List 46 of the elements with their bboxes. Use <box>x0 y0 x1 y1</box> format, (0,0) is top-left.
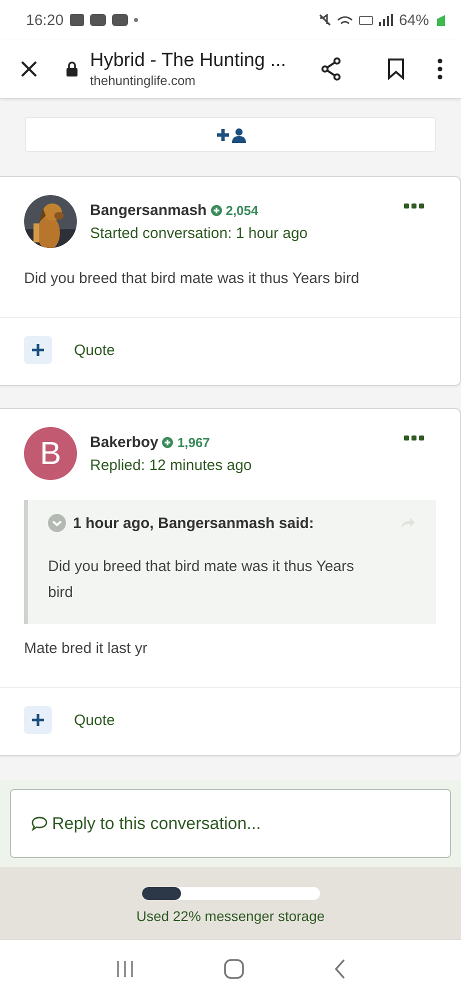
battery-icon <box>435 13 447 27</box>
quote-link[interactable]: Quote <box>74 712 115 728</box>
mute-icon <box>318 14 331 26</box>
share-icon[interactable] <box>319 57 343 81</box>
plus-circle-icon <box>162 436 174 448</box>
multiquote-button[interactable] <box>24 706 52 734</box>
back-icon[interactable] <box>334 959 346 979</box>
lte-icon <box>358 16 373 24</box>
add-user-icon <box>216 126 246 142</box>
message-text: Mate bred it last yr <box>23 639 148 659</box>
page-title: Hybrid - The Hunting ... <box>90 50 288 72</box>
author-name[interactable]: Bakerboy <box>90 434 158 450</box>
author-name[interactable]: Bangersanmash <box>90 202 207 218</box>
post-meta: Started conversation: 1 hour ago <box>90 224 309 242</box>
status-time: 16:20 <box>26 12 64 28</box>
storage-label: Used 22% messenger storage <box>136 908 325 924</box>
video-icon <box>90 14 106 26</box>
quote-header: 1 hour ago, Bangersanmash said: <box>73 514 315 532</box>
bookmark-icon[interactable] <box>387 58 405 80</box>
battery-percent: 64% <box>398 12 429 28</box>
home-icon[interactable] <box>224 959 244 979</box>
more-options-icon[interactable] <box>404 435 424 441</box>
video-icon <box>112 14 128 26</box>
quoted-text: Did you breed that bird mate was it thus Years bird <box>48 557 356 603</box>
wifi-icon <box>336 15 353 25</box>
plus-icon <box>32 344 44 356</box>
reputation-count: 2,054 <box>226 202 258 218</box>
speech-bubble-icon <box>31 816 48 831</box>
signal-icon <box>378 14 393 26</box>
post-meta: Replied: 12 minutes ago <box>90 456 253 474</box>
lock-icon <box>66 61 78 77</box>
message-text: Did you breed that bird mate was it thus Years bird <box>23 269 360 289</box>
multiquote-button[interactable] <box>24 336 52 364</box>
more-options-icon[interactable] <box>404 203 424 209</box>
menu-icon[interactable] <box>437 58 443 80</box>
gallery-icon <box>70 14 84 26</box>
user-avatar: B <box>24 427 77 480</box>
close-icon[interactable] <box>20 60 38 78</box>
quote-link[interactable]: Quote <box>74 342 115 358</box>
page-url: thehuntinglife.com <box>90 73 197 88</box>
reputation-count: 1,967 <box>177 434 210 450</box>
reply-field[interactable]: Reply to this conversation... <box>10 789 451 858</box>
recent-apps-icon[interactable] <box>114 960 135 978</box>
dot-icon <box>134 18 138 22</box>
plus-icon <box>32 714 44 726</box>
plus-circle-icon <box>210 204 222 216</box>
